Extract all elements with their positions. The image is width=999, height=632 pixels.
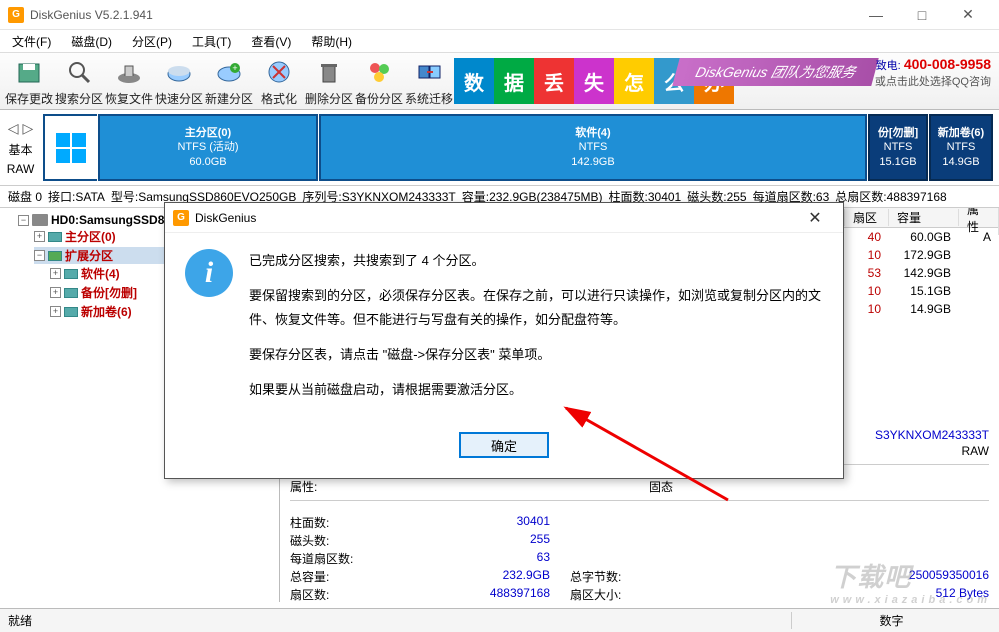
backup-partition-button[interactable]: 备份分区 <box>354 54 404 108</box>
maximize-button[interactable]: □ <box>899 0 945 30</box>
tree-item[interactable]: 新加卷(6) <box>81 303 132 320</box>
dialog-title: DiskGenius <box>195 211 795 225</box>
windows-logo-icon <box>43 114 97 181</box>
save-button-icon <box>13 56 45 88</box>
partition-block[interactable]: 软件(4)NTFS142.9GB <box>319 114 867 181</box>
window-title: DiskGenius V5.2.1.941 <box>30 8 853 22</box>
format-button[interactable]: 格式化 <box>254 54 304 108</box>
disk-icon <box>32 214 48 226</box>
menu-disk[interactable]: 磁盘(D) <box>65 31 118 52</box>
banner-block: 怎 <box>614 58 654 104</box>
tree-disk[interactable]: HD0:SamsungSSD860 <box>51 213 178 227</box>
tree-item[interactable]: 备份[勿删] <box>81 284 137 301</box>
dialog-message: 已完成分区搜索，共搜索到了 4 个分区。 要保留搜索到的分区，必须保存分区表。在… <box>249 249 823 412</box>
app-icon: G <box>8 7 24 23</box>
property-row: 磁头数:255 <box>290 532 989 550</box>
menubar: 文件(F) 磁盘(D) 分区(P) 工具(T) 查看(V) 帮助(H) <box>0 30 999 52</box>
search-partition-button[interactable]: 搜索分区 <box>54 54 104 108</box>
banner-phone[interactable]: 致电: 400-008-9958 或点击此处选择QQ咨询 <box>875 56 991 89</box>
partition-block[interactable]: 新加卷(6)NTFS14.9GB <box>929 114 993 181</box>
migrate-os-button-icon <box>413 56 445 88</box>
quick-partition-button-icon <box>163 56 195 88</box>
statusbar: 就绪 数字 <box>0 608 999 632</box>
watermark: 下载吧 www.xiazaiba.com <box>830 557 991 606</box>
disk-map: ◁ ▷ 基本 RAW 主分区(0)NTFS (活动)60.0GB软件(4)NTF… <box>0 110 999 186</box>
menu-file[interactable]: 文件(F) <box>6 31 57 52</box>
expand-icon[interactable]: + <box>50 268 61 279</box>
delete-partition-button-icon <box>313 56 345 88</box>
partition-block[interactable]: 主分区(0)NTFS (活动)60.0GB <box>98 114 318 181</box>
expand-icon[interactable]: − <box>18 215 29 226</box>
info-dialog: G DiskGenius ✕ i 已完成分区搜索，共搜索到了 4 个分区。 要保… <box>164 202 844 479</box>
new-partition-button-icon: + <box>213 56 245 88</box>
expand-icon[interactable]: + <box>34 231 45 242</box>
partition-icon <box>64 307 78 317</box>
disk-type-label: 基本 <box>8 141 32 158</box>
ok-button[interactable]: 确定 <box>459 432 549 458</box>
dialog-app-icon: G <box>173 210 189 226</box>
window-titlebar: G DiskGenius V5.2.1.941 — □ ✕ <box>0 0 999 30</box>
status-numlock: 数字 <box>791 612 991 629</box>
expand-icon[interactable]: + <box>50 306 61 317</box>
partition-icon <box>48 232 62 242</box>
menu-view[interactable]: 查看(V) <box>245 31 297 52</box>
dialog-close-button[interactable]: ✕ <box>795 208 835 228</box>
menu-help[interactable]: 帮助(H) <box>305 31 358 52</box>
nav-arrows[interactable]: ◁ ▷ <box>8 120 33 137</box>
new-partition-button[interactable]: +新建分区 <box>204 54 254 108</box>
banner-block: 据 <box>494 58 534 104</box>
banner-block: 数 <box>454 58 494 104</box>
recover-files-button-icon <box>113 56 145 88</box>
banner-ribbon: DiskGenius 团队为您服务 <box>672 58 879 86</box>
menu-tools[interactable]: 工具(T) <box>186 31 237 52</box>
save-button[interactable]: 保存更改 <box>4 54 54 108</box>
disk-raw-label: RAW <box>7 162 35 176</box>
quick-partition-button[interactable]: 快速分区 <box>154 54 204 108</box>
tree-item[interactable]: 软件(4) <box>81 265 120 282</box>
menu-partition[interactable]: 分区(P) <box>126 31 178 52</box>
tree-ext[interactable]: 扩展分区 <box>65 247 113 264</box>
migrate-os-button[interactable]: 系统迁移 <box>404 54 454 108</box>
expand-icon[interactable]: − <box>34 250 45 261</box>
info-icon: i <box>185 249 233 297</box>
minimize-button[interactable]: — <box>853 0 899 30</box>
toolbar: 保存更改搜索分区恢复文件快速分区+新建分区格式化删除分区备份分区系统迁移 数据丢… <box>0 52 999 110</box>
recover-files-button[interactable]: 恢复文件 <box>104 54 154 108</box>
close-button[interactable]: ✕ <box>945 0 991 30</box>
partition-icon <box>48 251 62 261</box>
backup-partition-button-icon <box>363 56 395 88</box>
delete-partition-button[interactable]: 删除分区 <box>304 54 354 108</box>
tree-primary[interactable]: 主分区(0) <box>65 228 116 245</box>
banner-block: 丢 <box>534 58 574 104</box>
banner-block: 失 <box>574 58 614 104</box>
format-button-icon <box>263 56 295 88</box>
svg-text:+: + <box>232 63 237 73</box>
partition-block[interactable]: 份[勿删]NTFS15.1GB <box>868 114 928 181</box>
status-text: 就绪 <box>8 612 791 629</box>
search-partition-button-icon <box>63 56 95 88</box>
expand-icon[interactable]: + <box>50 287 61 298</box>
property-row: 柱面数:30401 <box>290 514 989 532</box>
ad-banner: 数据丢失怎么办 DiskGenius 团队为您服务 致电: 400-008-99… <box>454 54 995 108</box>
partition-icon <box>64 269 78 279</box>
partition-icon <box>64 288 78 298</box>
